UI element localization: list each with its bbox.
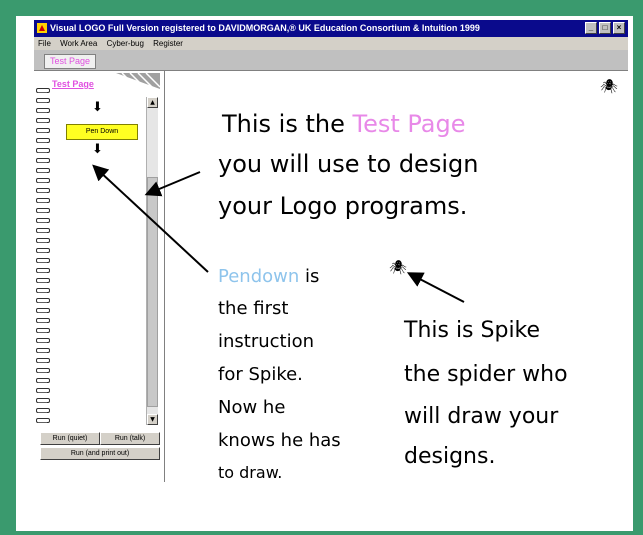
annotation-arrows: [92, 164, 465, 303]
arrow-to-scrollbar: [144, 171, 201, 197]
arrow-to-spike: [406, 272, 465, 303]
arrow-to-pendown-block: [92, 164, 209, 273]
